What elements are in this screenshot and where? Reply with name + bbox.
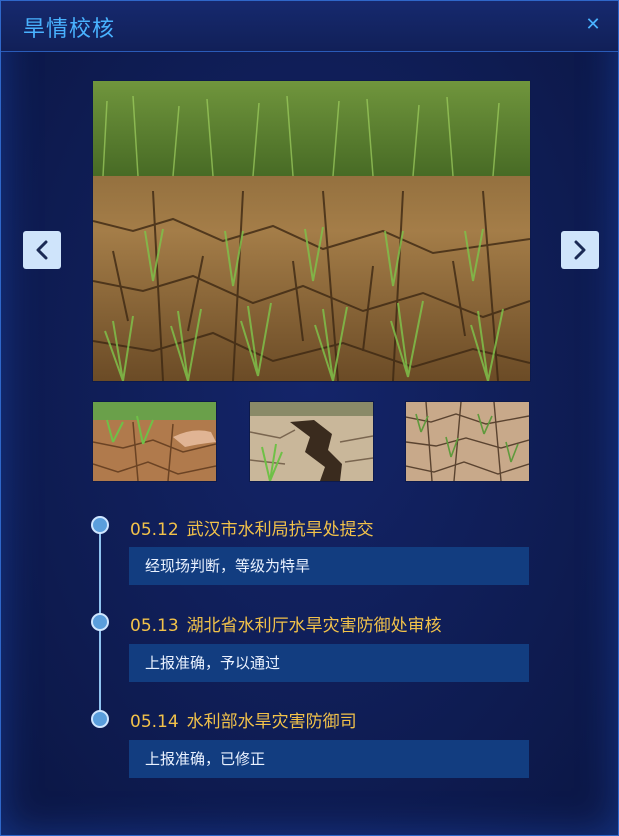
- chevron-right-icon: [574, 240, 586, 260]
- timeline-dot: [91, 613, 109, 631]
- timeline-comment: 经现场判断，等级为特旱: [129, 547, 529, 585]
- dialog-header: 旱情校核 ✕: [1, 1, 618, 52]
- timeline-dot: [91, 710, 109, 728]
- timeline-date: 05.13: [130, 616, 179, 636]
- timeline-dot: [91, 516, 109, 534]
- timeline-date: 05.12: [130, 520, 179, 540]
- thumbnail-image: [250, 402, 373, 481]
- timeline-org: 水利部水旱灾害防御司: [186, 712, 357, 732]
- next-photo-button[interactable]: [561, 231, 599, 269]
- prev-photo-button[interactable]: [23, 231, 61, 269]
- timeline-entry-header: 05.12 武汉市水利局抗旱处提交: [130, 515, 374, 540]
- chevron-left-icon: [36, 240, 48, 260]
- close-icon[interactable]: ✕: [582, 14, 604, 36]
- photo-thumbnail[interactable]: [249, 401, 374, 482]
- thumbnail-image: [406, 402, 529, 481]
- timeline-entry-header: 05.13 湖北省水利厅水旱灾害防御处审核: [130, 611, 442, 636]
- timeline-comment: 上报准确，已修正: [129, 740, 529, 778]
- drought-check-dialog: 旱情校核 ✕ 05.12 武汉市水利局抗旱处提交 经现场判断，等级为特旱 05.…: [0, 0, 619, 836]
- main-photo: [92, 80, 531, 382]
- timeline-entry-header: 05.14 水利部水旱灾害防御司: [130, 707, 357, 732]
- thumbnail-image: [93, 402, 216, 481]
- dialog-title: 旱情校核: [23, 17, 116, 42]
- photo-thumbnail[interactable]: [405, 401, 530, 482]
- timeline-org: 武汉市水利局抗旱处提交: [186, 520, 374, 540]
- timeline-org: 湖北省水利厅水旱灾害防御处审核: [186, 616, 442, 636]
- timeline-comment: 上报准确，予以通过: [129, 644, 529, 682]
- main-photo-image: [93, 81, 530, 381]
- timeline-date: 05.14: [130, 712, 179, 732]
- photo-thumbnail[interactable]: [92, 401, 217, 482]
